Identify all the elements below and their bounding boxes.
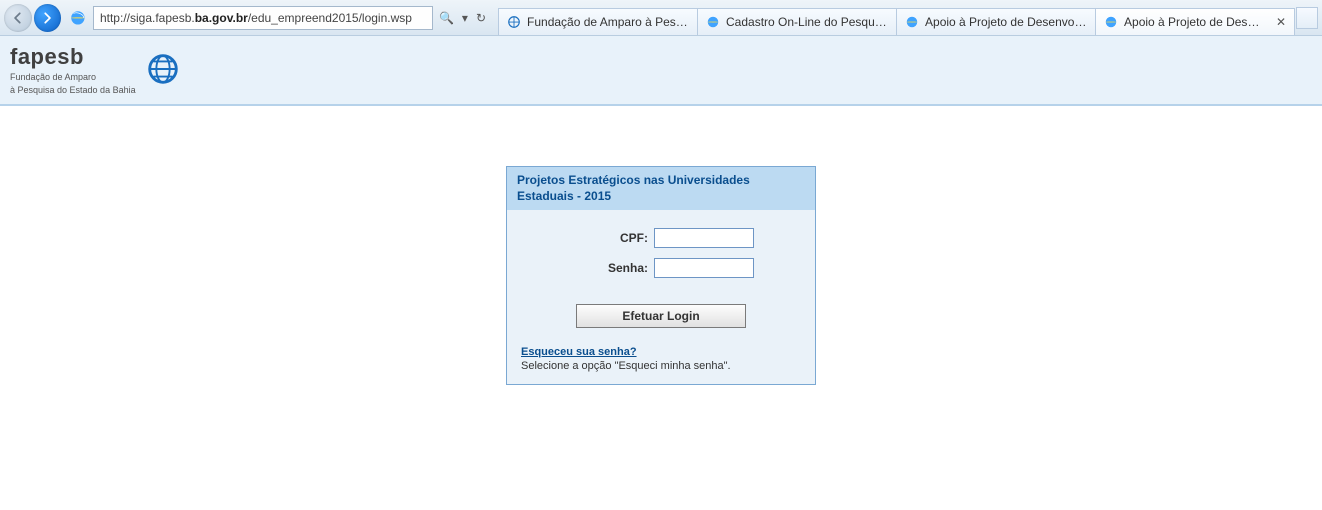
login-card: Projetos Estratégicos nas Universidades …	[506, 166, 816, 385]
login-button-row: Efetuar Login	[521, 304, 801, 328]
tab-label: Apoio à Projeto de Desenvolvi...	[925, 15, 1087, 29]
globe-icon	[144, 50, 182, 91]
senha-row: Senha:	[521, 258, 801, 278]
url-host: ba.gov.br	[195, 11, 248, 25]
tab-apoio-2[interactable]: Apoio à Projeto de Desenvo... ✕	[1095, 8, 1295, 36]
cpf-input[interactable]	[654, 228, 754, 248]
senha-label: Senha:	[568, 261, 648, 275]
tab-label: Fundação de Amparo à Pesqui...	[527, 15, 689, 29]
tab-label: Cadastro On-Line do Pesquisa...	[726, 15, 888, 29]
brand-name: fapesb	[10, 44, 136, 70]
url-suffix: /edu_empreend2015/login.wsp	[248, 11, 412, 25]
new-tab-button[interactable]	[1296, 7, 1318, 29]
login-title: Projetos Estratégicos nas Universidades …	[507, 167, 815, 210]
tab-fundacao[interactable]: Fundação de Amparo à Pesqui...	[498, 8, 698, 36]
search-icon[interactable]: 🔍	[439, 12, 454, 24]
cpf-row: CPF:	[521, 228, 801, 248]
address-bar[interactable]: http://siga.fapesb.ba.gov.br/edu_empreen…	[93, 6, 433, 30]
address-controls: 🔍 ▾ ↻	[439, 12, 486, 24]
tab-strip: Fundação de Amparo à Pesqui... Cadastro …	[498, 0, 1318, 36]
ie-icon	[1104, 15, 1118, 29]
close-tab-icon[interactable]: ✕	[1276, 15, 1286, 29]
back-button[interactable]	[4, 4, 32, 32]
brand-logo: fapesb Fundação de Amparo à Pesquisa do …	[10, 44, 182, 96]
login-body: CPF: Senha: Efetuar Login Esqueceu sua s…	[507, 210, 815, 384]
dropdown-icon[interactable]: ▾	[462, 12, 468, 24]
forgot-password-text: Selecione a opção "Esqueci minha senha".	[521, 360, 801, 372]
senha-input[interactable]	[654, 258, 754, 278]
tab-apoio-1[interactable]: Apoio à Projeto de Desenvolvi...	[896, 8, 1096, 36]
ie-icon	[706, 15, 720, 29]
refresh-icon[interactable]: ↻	[476, 12, 486, 24]
forgot-password-link[interactable]: Esqueceu sua senha?	[521, 346, 637, 358]
browser-chrome: http://siga.fapesb.ba.gov.br/edu_empreen…	[0, 0, 1322, 36]
brand-sub1: Fundação de Amparo	[10, 72, 136, 83]
cpf-label: CPF:	[568, 231, 648, 245]
login-button[interactable]: Efetuar Login	[576, 304, 746, 328]
forward-button[interactable]	[34, 4, 62, 32]
ie-icon	[69, 9, 87, 27]
url-prefix: http://siga.fapesb.	[100, 11, 195, 25]
tab-cadastro[interactable]: Cadastro On-Line do Pesquisa...	[697, 8, 897, 36]
content-area: Projetos Estratégicos nas Universidades …	[0, 106, 1322, 385]
ie-icon	[905, 15, 919, 29]
page-header: fapesb Fundação de Amparo à Pesquisa do …	[0, 36, 1322, 106]
tab-label: Apoio à Projeto de Desenvo...	[1124, 15, 1266, 29]
arrow-left-icon	[11, 11, 25, 25]
arrow-right-icon	[40, 11, 54, 25]
brand-sub2: à Pesquisa do Estado da Bahia	[10, 85, 136, 96]
fapesb-icon	[507, 15, 521, 29]
